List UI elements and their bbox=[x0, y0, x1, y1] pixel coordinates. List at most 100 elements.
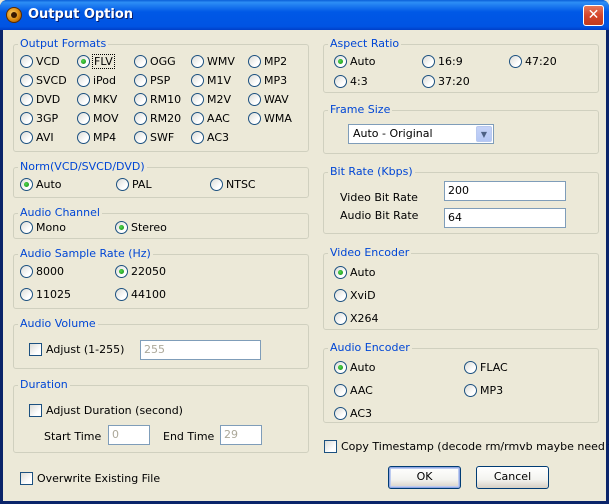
radio-dot[interactable] bbox=[115, 221, 128, 234]
radio-dot[interactable] bbox=[20, 221, 33, 234]
radio-dot[interactable] bbox=[248, 55, 261, 68]
format-wmv-radio[interactable]: WMV bbox=[191, 55, 235, 68]
radio-dot[interactable] bbox=[422, 75, 435, 88]
radio-dot[interactable] bbox=[134, 55, 147, 68]
radio-dot[interactable] bbox=[334, 407, 347, 420]
adjust-duration-checkbox[interactable]: Adjust Duration (second) bbox=[29, 404, 183, 417]
end-time-input[interactable]: 29 bbox=[220, 425, 262, 445]
format-swf-radio[interactable]: SWF bbox=[134, 131, 174, 144]
radio-dot[interactable] bbox=[77, 74, 90, 87]
format-3gp-radio[interactable]: 3GP bbox=[20, 112, 58, 125]
audio-encoder-mp3-radio[interactable]: MP3 bbox=[464, 384, 503, 397]
radio-dot[interactable] bbox=[191, 112, 204, 125]
volume-input[interactable]: 255 bbox=[140, 340, 261, 360]
format-flv-radio[interactable]: FLV bbox=[77, 54, 115, 69]
radio-dot[interactable] bbox=[20, 288, 33, 301]
video-encoder-x264-radio[interactable]: X264 bbox=[334, 312, 379, 325]
cancel-button[interactable]: Cancel bbox=[476, 466, 549, 489]
radio-dot[interactable] bbox=[464, 384, 477, 397]
sample-rate-11025-radio[interactable]: 11025 bbox=[20, 288, 71, 301]
format-ogg-radio[interactable]: OGG bbox=[134, 55, 176, 68]
radio-dot[interactable] bbox=[248, 112, 261, 125]
radio-dot[interactable] bbox=[334, 361, 347, 374]
radio-dot[interactable] bbox=[20, 55, 33, 68]
radio-dot[interactable] bbox=[334, 55, 347, 68]
format-m1v-radio[interactable]: M1V bbox=[191, 74, 231, 87]
format-m2v-radio[interactable]: M2V bbox=[191, 93, 231, 106]
audio-bit-rate-input[interactable]: 64 bbox=[444, 208, 566, 228]
radio-dot[interactable] bbox=[77, 55, 90, 68]
radio-dot[interactable] bbox=[20, 74, 33, 87]
start-time-input[interactable]: 0 bbox=[108, 425, 150, 445]
radio-dot[interactable] bbox=[134, 131, 147, 144]
format-dvd-radio[interactable]: DVD bbox=[20, 93, 60, 106]
overwrite-existing-checkbox[interactable]: Overwrite Existing File bbox=[20, 472, 160, 485]
format-aac-radio[interactable]: AAC bbox=[191, 112, 230, 125]
radio-dot[interactable] bbox=[191, 55, 204, 68]
checkbox-box[interactable] bbox=[29, 343, 42, 356]
radio-dot[interactable] bbox=[77, 93, 90, 106]
radio-dot[interactable] bbox=[210, 178, 223, 191]
radio-dot[interactable] bbox=[334, 384, 347, 397]
adjust-volume-checkbox[interactable]: Adjust (1-255) bbox=[29, 343, 124, 356]
checkbox-box[interactable] bbox=[324, 440, 337, 453]
norm-pal-radio[interactable]: PAL bbox=[116, 178, 152, 191]
radio-dot[interactable] bbox=[464, 361, 477, 374]
sample-rate-44100-radio[interactable]: 44100 bbox=[115, 288, 166, 301]
aspect-4-3-radio[interactable]: 4:3 bbox=[334, 75, 368, 88]
aspect-auto-radio[interactable]: Auto bbox=[334, 55, 376, 68]
radio-dot[interactable] bbox=[20, 112, 33, 125]
format-rm20-radio[interactable]: RM20 bbox=[134, 112, 181, 125]
chevron-down-icon[interactable]: ▼ bbox=[476, 126, 492, 142]
format-avi-radio[interactable]: AVI bbox=[20, 131, 54, 144]
close-button[interactable]: ✕ bbox=[583, 5, 604, 26]
audio-channel-stereo-radio[interactable]: Stereo bbox=[115, 221, 167, 234]
aspect-16-9-radio[interactable]: 16:9 bbox=[422, 55, 463, 68]
radio-dot[interactable] bbox=[20, 93, 33, 106]
format-rm10-radio[interactable]: RM10 bbox=[134, 93, 181, 106]
radio-dot[interactable] bbox=[20, 131, 33, 144]
radio-dot[interactable] bbox=[191, 131, 204, 144]
radio-dot[interactable] bbox=[334, 75, 347, 88]
norm-auto-radio[interactable]: Auto bbox=[20, 178, 62, 191]
audio-encoder-ac3-radio[interactable]: AC3 bbox=[334, 407, 372, 420]
checkbox-box[interactable] bbox=[29, 404, 42, 417]
frame-size-select[interactable]: Auto - Original ▼ bbox=[348, 124, 494, 144]
radio-dot[interactable] bbox=[115, 265, 128, 278]
format-mp4-radio[interactable]: MP4 bbox=[77, 131, 116, 144]
format-wma-radio[interactable]: WMA bbox=[248, 112, 292, 125]
format-mp2-radio[interactable]: MP2 bbox=[248, 55, 287, 68]
radio-dot[interactable] bbox=[134, 112, 147, 125]
radio-dot[interactable] bbox=[20, 265, 33, 278]
audio-encoder-auto-radio[interactable]: Auto bbox=[334, 361, 376, 374]
aspect-47-20-radio[interactable]: 47:20 bbox=[509, 55, 557, 68]
radio-dot[interactable] bbox=[134, 74, 147, 87]
sample-rate-8000-radio[interactable]: 8000 bbox=[20, 265, 64, 278]
radio-dot[interactable] bbox=[191, 93, 204, 106]
sample-rate-22050-radio[interactable]: 22050 bbox=[115, 265, 166, 278]
radio-dot[interactable] bbox=[20, 178, 33, 191]
checkbox-box[interactable] bbox=[20, 472, 33, 485]
video-bit-rate-input[interactable]: 200 bbox=[444, 181, 566, 201]
format-svcd-radio[interactable]: SVCD bbox=[20, 74, 67, 87]
radio-dot[interactable] bbox=[334, 312, 347, 325]
format-psp-radio[interactable]: PSP bbox=[134, 74, 170, 87]
aspect-37-20-radio[interactable]: 37:20 bbox=[422, 75, 470, 88]
format-wav-radio[interactable]: WAV bbox=[248, 93, 289, 106]
radio-dot[interactable] bbox=[115, 288, 128, 301]
radio-dot[interactable] bbox=[116, 178, 129, 191]
copy-timestamp-checkbox[interactable]: Copy Timestamp (decode rm/rmvb maybe nee… bbox=[324, 440, 609, 453]
radio-dot[interactable] bbox=[334, 289, 347, 302]
ok-button[interactable]: OK bbox=[388, 466, 461, 489]
radio-dot[interactable] bbox=[134, 93, 147, 106]
radio-dot[interactable] bbox=[77, 131, 90, 144]
radio-dot[interactable] bbox=[334, 266, 347, 279]
format-ipod-radio[interactable]: iPod bbox=[77, 74, 116, 87]
format-vcd-radio[interactable]: VCD bbox=[20, 55, 60, 68]
radio-dot[interactable] bbox=[248, 93, 261, 106]
radio-dot[interactable] bbox=[77, 112, 90, 125]
format-mp3-radio[interactable]: MP3 bbox=[248, 74, 287, 87]
video-encoder-auto-radio[interactable]: Auto bbox=[334, 266, 376, 279]
audio-encoder-flac-radio[interactable]: FLAC bbox=[464, 361, 508, 374]
norm-ntsc-radio[interactable]: NTSC bbox=[210, 178, 256, 191]
